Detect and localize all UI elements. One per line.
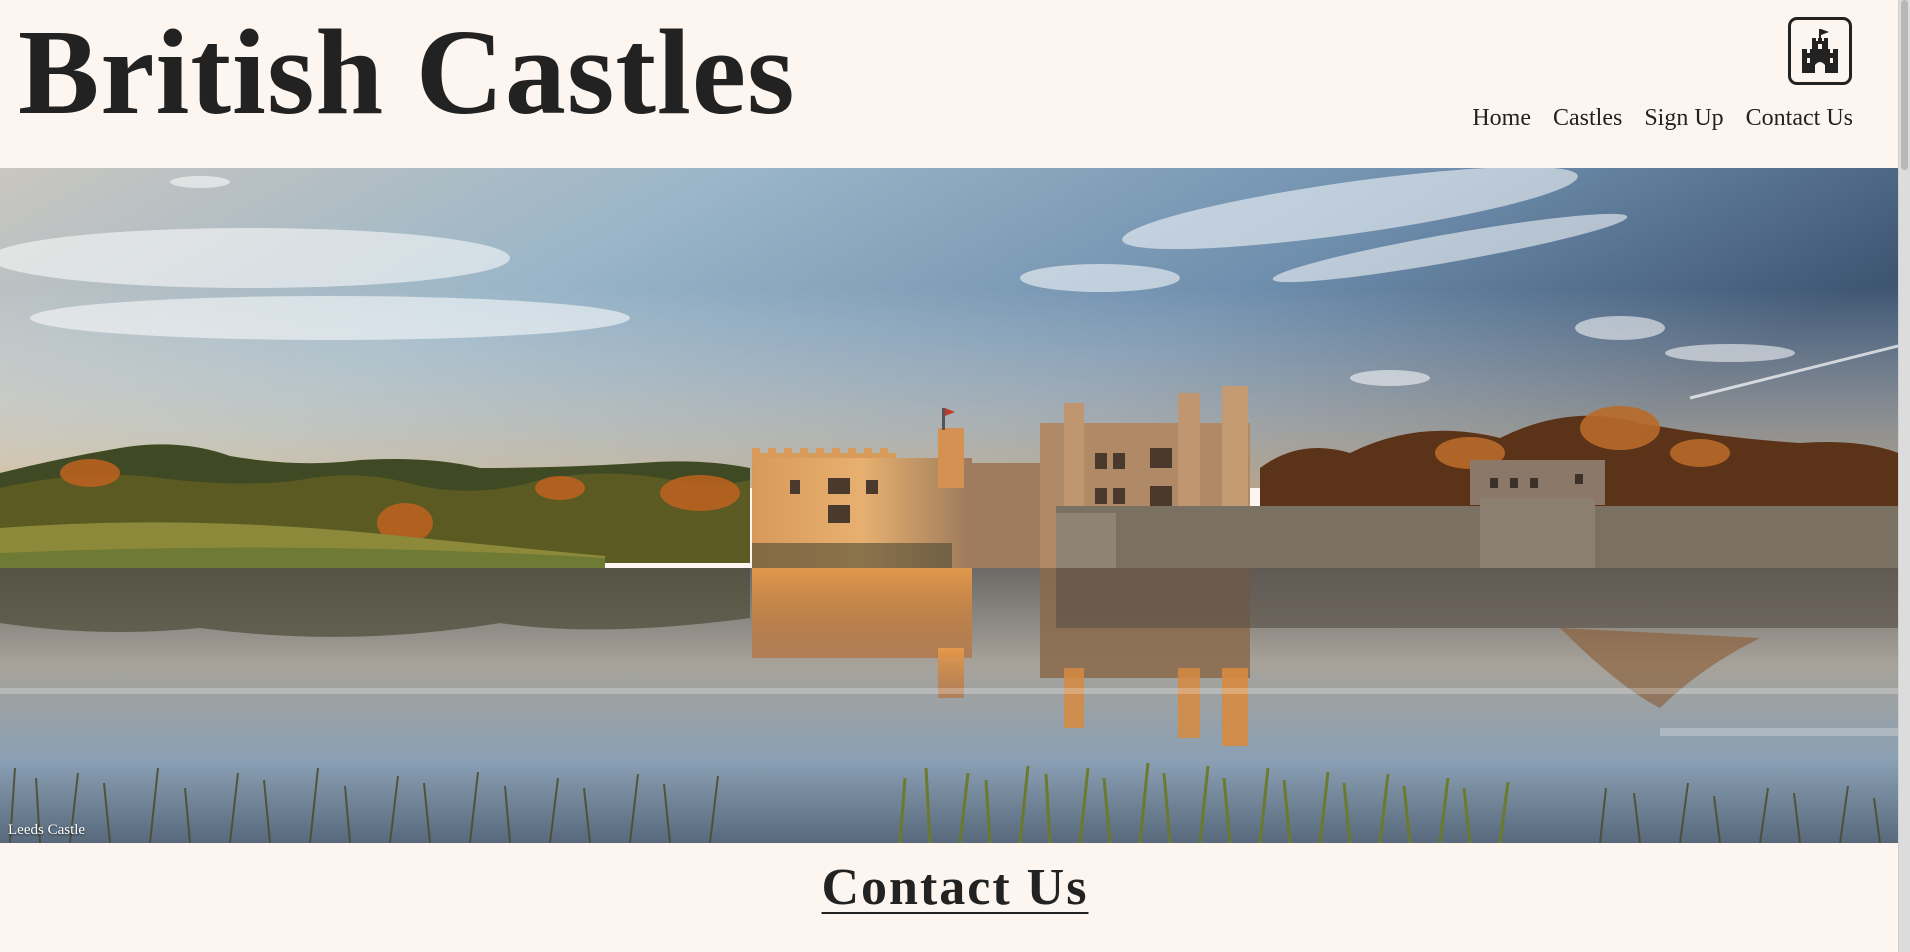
hero-image: Leeds Castle [0, 168, 1910, 843]
page-heading-text: Contact Us [821, 859, 1089, 916]
nav-home-link[interactable]: Home [1472, 105, 1531, 132]
nav-contact-us-link[interactable]: Contact Us [1746, 105, 1853, 132]
hero-caption: Leeds Castle [8, 822, 86, 838]
site-title: British Castles [18, 5, 796, 140]
page-heading: Contact Us [0, 858, 1910, 917]
main-nav: Home Castles Sign Up Contact Us [1472, 105, 1853, 132]
site-logo[interactable] [1788, 17, 1852, 85]
castle-icon [1802, 29, 1838, 73]
nav-castles-link[interactable]: Castles [1553, 105, 1622, 132]
site-header: British Castles Home Castles Sign Up Con… [0, 0, 1898, 168]
castle-photo [0, 168, 1910, 843]
scrollbar-thumb[interactable] [1901, 0, 1908, 170]
vertical-scrollbar[interactable] [1898, 0, 1910, 952]
nav-sign-up-link[interactable]: Sign Up [1644, 105, 1723, 132]
